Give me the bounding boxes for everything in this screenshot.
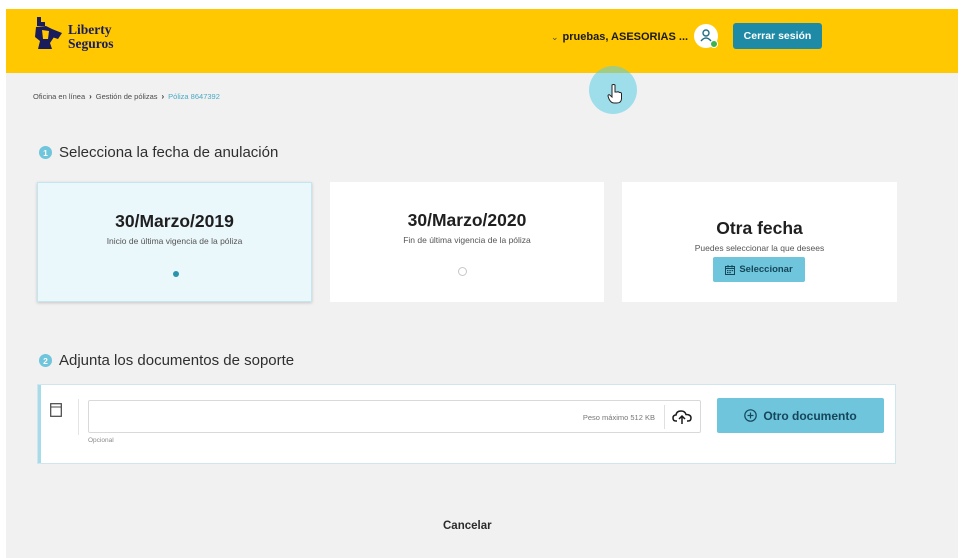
chevron-right-icon: › — [89, 92, 92, 101]
date-option-other: Otra fecha Puedes seleccionar la que des… — [622, 182, 897, 302]
logo-wordmark: Liberty Seguros — [68, 22, 114, 51]
step-2-heading: 2 Adjunta los documentos de soporte — [39, 352, 294, 369]
date-option-2019-description: Inicio de última vigencia de la póliza — [106, 236, 243, 246]
add-other-document-label: Otro documento — [763, 408, 857, 423]
divider — [78, 399, 79, 435]
file-input-field[interactable]: Peso máximo 512 KB — [88, 400, 701, 433]
breadcrumb-item-gestion[interactable]: Gestión de pólizas — [96, 92, 158, 101]
date-option-2019[interactable]: 30/Marzo/2019 Inicio de última vigencia … — [37, 182, 312, 302]
avatar[interactable] — [694, 24, 718, 48]
select-date-label: Seleccionar — [739, 264, 793, 275]
select-date-button[interactable]: Seleccionar — [713, 257, 805, 282]
user-name-label: pruebas, ASESORIAS ... — [562, 31, 689, 43]
other-date-title: Otra fecha — [716, 218, 803, 238]
chevron-down-icon: ⌄ — [551, 31, 559, 42]
document-icon — [50, 403, 62, 417]
breadcrumb-item-oficina[interactable]: Oficina en línea — [33, 92, 85, 101]
add-other-document-button[interactable]: Otro documento — [717, 398, 884, 433]
calendar-icon — [725, 264, 736, 275]
breadcrumb-current: Póliza 8647392 — [168, 92, 220, 101]
hand-pointer-icon — [607, 84, 622, 104]
liberty-seguros-logo[interactable]: Liberty Seguros — [32, 15, 132, 57]
breadcrumb: Oficina en línea › Gestión de pólizas › … — [33, 92, 220, 101]
date-option-2020-date: 30/Marzo/2020 — [407, 210, 527, 230]
logo-line-2: Seguros — [68, 36, 114, 51]
user-menu-dropdown[interactable]: ⌄ pruebas, ASESORIAS ... — [551, 31, 688, 43]
online-status-dot — [710, 40, 718, 48]
step-1-heading: 1 Selecciona la fecha de anulación — [39, 144, 278, 161]
date-option-2019-date: 30/Marzo/2019 — [115, 211, 234, 231]
divider — [664, 405, 665, 429]
step-1-title: Selecciona la fecha de anulación — [59, 144, 279, 161]
chevron-right-icon: › — [161, 92, 165, 101]
other-date-description: Puedes seleccionar la que desees — [694, 243, 825, 253]
step-2-badge: 2 — [39, 354, 52, 367]
step-1-badge: 1 — [39, 146, 52, 159]
max-size-hint: Peso máximo 512 KB — [582, 413, 655, 422]
logout-button[interactable]: Cerrar sesión — [733, 23, 822, 49]
date-option-2020-description: Fin de última vigencia de la póliza — [403, 235, 531, 245]
cloud-upload-icon — [672, 410, 692, 424]
step-2-title: Adjunta los documentos de soporte — [59, 352, 295, 369]
cancel-button[interactable]: Cancelar — [443, 520, 492, 532]
plus-circle-icon — [744, 409, 758, 422]
upload-button[interactable] — [668, 405, 696, 429]
screen-frame: Liberty Seguros ⌄ pruebas, ASESORIAS ...… — [0, 0, 965, 558]
radio-2019-selected[interactable] — [173, 271, 179, 277]
liberty-statue-icon — [35, 17, 62, 49]
top-header: Liberty Seguros ⌄ pruebas, ASESORIAS ...… — [6, 9, 958, 73]
logo-line-1: Liberty — [68, 22, 112, 37]
radio-2020[interactable] — [458, 267, 467, 276]
browser-viewport: Liberty Seguros ⌄ pruebas, ASESORIAS ...… — [6, 9, 958, 558]
row-accent-bar — [38, 385, 41, 463]
optional-label: Opcional — [88, 437, 114, 444]
date-option-2020[interactable]: 30/Marzo/2020 Fin de última vigencia de … — [330, 182, 604, 302]
document-upload-row: Peso máximo 512 KB Opcional Otro documen… — [37, 384, 896, 464]
